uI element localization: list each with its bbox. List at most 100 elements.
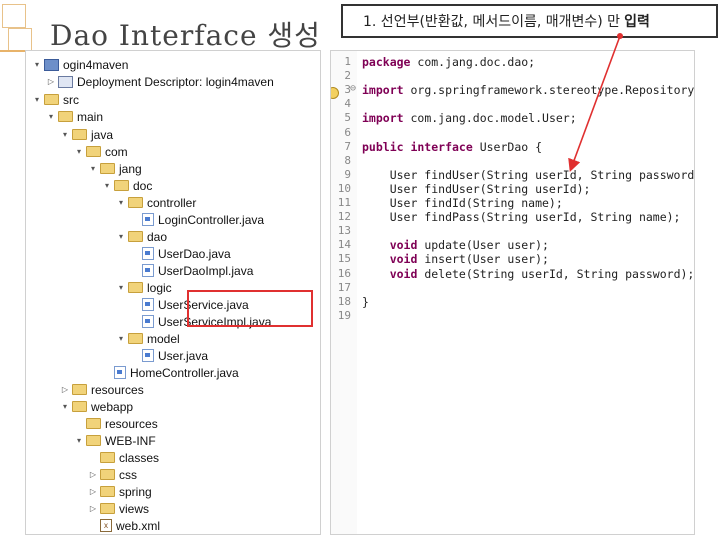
expand-toggle-icon[interactable]: ▾: [60, 130, 70, 139]
line-number: 19: [337, 308, 351, 322]
project-explorer: ▾ ogin4maven ▷ Deployment Descriptor: login…: [25, 50, 321, 535]
tree-item[interactable]: ▷ views: [88, 500, 149, 517]
code-line[interactable]: User findUser(String userId);: [362, 182, 591, 196]
callout-bold-text: 입력: [624, 14, 650, 30]
callout-box: 1. 선언부(반환값, 메서드이름, 매개변수) 만 입력: [341, 4, 718, 38]
tree-item[interactable]: classes: [88, 449, 159, 466]
tree-item-label: UserDaoImpl.java: [158, 263, 254, 278]
tree-item[interactable]: ▾ com: [74, 143, 128, 160]
code-text: }: [362, 294, 369, 309]
tree-item-label: java: [91, 127, 114, 142]
tree-item-label: resources: [105, 416, 158, 431]
folder-icon: [100, 469, 115, 480]
java-file-icon: [142, 247, 154, 260]
tree-item[interactable]: ▾ src: [32, 91, 79, 108]
tree-item-label: main: [77, 109, 104, 124]
tree-item[interactable]: UserDao.java: [130, 245, 231, 262]
tree-item[interactable]: HomeController.java: [102, 364, 239, 381]
folder-icon: [128, 231, 143, 242]
code-line[interactable]: User findId(String name);: [362, 196, 563, 210]
tree-item[interactable]: ▾ doc: [102, 177, 152, 194]
tree-item[interactable]: ▾ main: [46, 108, 103, 125]
tree-item-label: jang: [119, 161, 142, 176]
expand-toggle-icon[interactable]: ▾: [88, 164, 98, 173]
expand-toggle-icon[interactable]: ▾: [116, 283, 126, 292]
folder-icon: [114, 180, 129, 191]
code-keyword: void: [362, 238, 418, 253]
tree-item[interactable]: ▷ spring: [88, 483, 152, 500]
java-file-icon: [142, 349, 154, 362]
line-number: 11: [337, 196, 351, 209]
tree-item[interactable]: ▾ webapp: [60, 398, 133, 415]
tree-item[interactable]: ▷ Deployment Descriptor: login4maven: [46, 73, 274, 90]
code-keyword: void: [362, 266, 418, 281]
code-line[interactable]: void delete(String userId, String passwo…: [362, 267, 694, 281]
tree-item[interactable]: ▾ ogin4maven: [32, 56, 128, 73]
expand-toggle-icon[interactable]: ▾: [60, 402, 70, 411]
tree-item[interactable]: ▾ dao: [116, 228, 167, 245]
folder-icon: [72, 384, 87, 395]
xml-file-icon: x: [100, 519, 112, 532]
tree-item[interactable]: ▾ model: [116, 330, 180, 347]
tree-item-label: classes: [119, 450, 160, 465]
tree-item-label: controller: [147, 195, 197, 210]
java-file-icon: [142, 315, 154, 328]
tree-item[interactable]: ▾ logic: [116, 279, 172, 296]
fold-toggle-icon[interactable]: ⊖: [350, 83, 358, 94]
line-number: 15: [337, 252, 351, 266]
code-line[interactable]: User findPass(String userId, String name…: [362, 210, 681, 224]
tree-item-label: WEB-INF: [105, 433, 156, 448]
code-line[interactable]: }: [362, 295, 369, 309]
line-number: 2: [344, 69, 351, 83]
callout-text: 1. 선언부(반환값, 메서드이름, 매개변수) 만: [363, 14, 621, 30]
expand-toggle-icon[interactable]: ▷: [60, 385, 70, 394]
tree-item-label: LoginController.java: [158, 212, 265, 227]
tree-item[interactable]: LoginController.java: [130, 211, 264, 228]
tree-item[interactable]: ▾ controller: [116, 194, 196, 211]
tree-item[interactable]: x web.xml: [88, 517, 160, 534]
tree-item-label: doc: [133, 178, 153, 193]
folder-icon: [100, 452, 115, 463]
tree-item-label: web.xml: [116, 518, 161, 533]
line-number: 16: [337, 266, 351, 280]
tree-item[interactable]: ▾ jang: [88, 160, 142, 177]
code-line[interactable]: import com.jang.doc.model.User;: [362, 111, 577, 125]
code-line[interactable]: void update(User user);: [362, 238, 549, 252]
code-line[interactable]: import org.springframework.stereotype.Re…: [362, 83, 695, 98]
line-number: 8: [344, 153, 351, 167]
tree-item[interactable]: ▾ WEB-INF: [74, 432, 156, 449]
code-editor[interactable]: 1 package com.jang.doc.dao; 2 3 ⊖ import org.…: [330, 50, 695, 535]
expand-toggle-icon[interactable]: ▾: [32, 60, 42, 69]
expand-toggle-icon[interactable]: ▷: [88, 487, 98, 496]
code-text: User findId(String name);: [362, 196, 563, 210]
tree-item[interactable]: UserDaoImpl.java: [130, 262, 253, 279]
tree-item[interactable]: ▷ resources: [60, 381, 144, 398]
code-line[interactable]: package com.jang.doc.dao;: [362, 55, 535, 69]
code-line[interactable]: User findUser(String userId, String pass…: [362, 168, 694, 182]
expand-toggle-icon[interactable]: ▾: [116, 232, 126, 241]
expand-toggle-icon[interactable]: ▷: [46, 77, 56, 86]
tree-item[interactable]: ▷ css: [88, 466, 137, 483]
tree-item-label: views: [119, 501, 150, 516]
expand-toggle-icon[interactable]: ▾: [74, 436, 84, 445]
code-line[interactable]: void insert(User user);: [362, 252, 549, 266]
line-number: 18: [337, 294, 351, 308]
expand-toggle-icon[interactable]: ▾: [102, 181, 112, 190]
code-line[interactable]: public interface UserDao {: [362, 140, 542, 154]
expand-toggle-icon[interactable]: ▷: [88, 470, 98, 479]
expand-toggle-icon[interactable]: ▾: [116, 334, 126, 343]
expand-toggle-icon[interactable]: ▾: [32, 95, 42, 104]
expand-toggle-icon[interactable]: ▷: [88, 504, 98, 513]
expand-toggle-icon[interactable]: ▾: [74, 147, 84, 156]
folder-icon: [44, 94, 59, 105]
tree-item-label: model: [147, 331, 180, 346]
folder-icon: [86, 418, 101, 429]
tree-item[interactable]: resources: [74, 415, 158, 432]
code-text: org.springframework.stereotype.Repositor…: [403, 83, 695, 98]
expand-toggle-icon[interactable]: ▾: [116, 198, 126, 207]
tree-item[interactable]: User.java: [130, 347, 208, 364]
folder-icon: [100, 163, 115, 174]
expand-toggle-icon[interactable]: ▾: [46, 112, 56, 121]
tree-item-label: logic: [147, 280, 172, 295]
tree-item[interactable]: ▾ java: [60, 126, 113, 143]
